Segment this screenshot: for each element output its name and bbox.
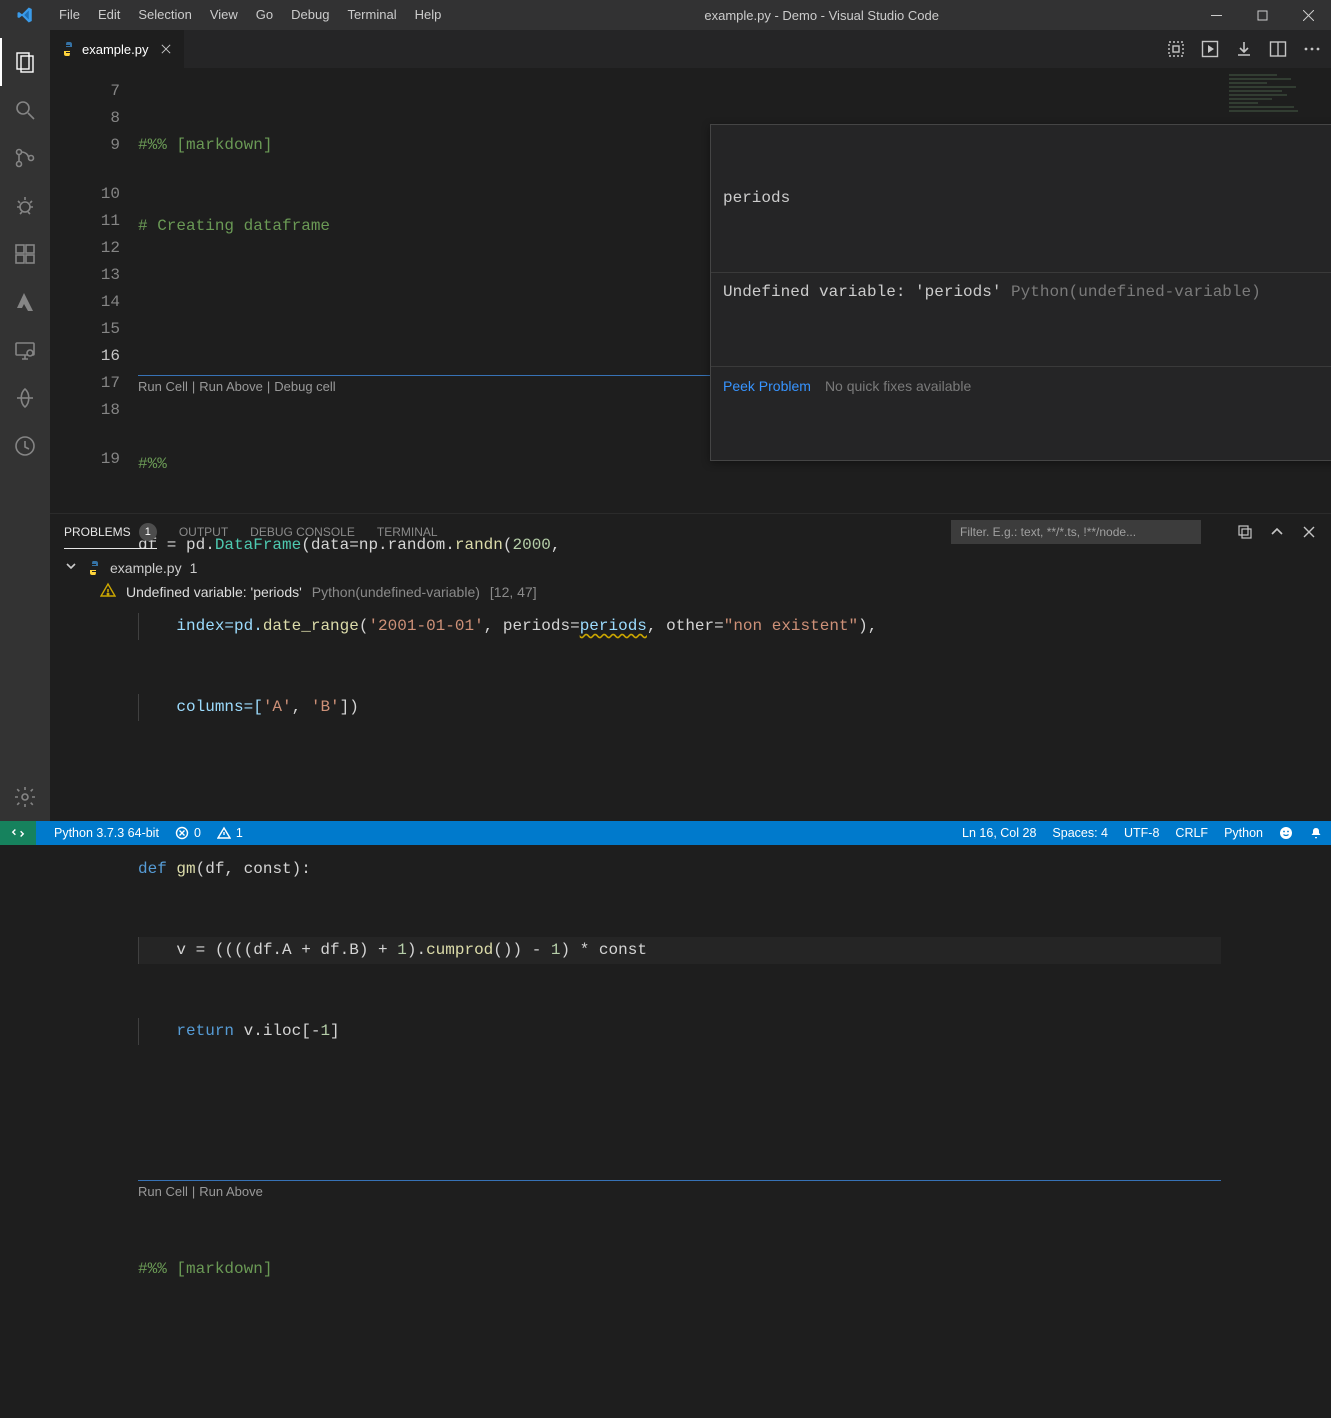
hover-message: Undefined variable: 'periods' Python(und… [711,272,1331,312]
activity-explorer[interactable] [0,38,50,86]
python-file-icon [86,560,102,576]
window-controls [1193,0,1331,30]
menu-terminal[interactable]: Terminal [338,0,405,30]
activitybar [0,30,50,821]
chevron-down-icon [64,559,78,576]
activity-debug[interactable] [0,182,50,230]
squiggle-periods[interactable]: periods [580,617,647,635]
codelens-run-cell-2[interactable]: Run Cell [138,1184,188,1199]
tab-close-icon[interactable] [158,41,174,57]
tab-label: example.py [82,42,148,57]
activity-scm[interactable] [0,134,50,182]
activity-environment[interactable] [0,374,50,422]
activity-azure[interactable] [0,278,50,326]
hover-widget: periods Undefined variable: 'periods' Py… [710,124,1331,461]
menu-view[interactable]: View [201,0,247,30]
hover-no-fix: No quick fixes available [825,373,971,400]
vscode-logo-icon [0,6,50,24]
run-file-icon[interactable] [1201,40,1219,58]
menu-debug[interactable]: Debug [282,0,338,30]
remote-indicator[interactable] [0,821,36,845]
activity-settings[interactable] [0,773,50,821]
codelens-cell-2: Run Cell|Run Above [138,1180,1221,1202]
codelens-run-above[interactable]: Run Above [199,379,263,394]
status-notifications-icon[interactable] [1301,826,1331,840]
collapse-all-icon[interactable] [1237,524,1253,540]
window-title: example.py - Demo - Visual Studio Code [450,8,1193,23]
code-pane[interactable]: #%% [markdown] # Creating dataframe Run … [138,68,1221,513]
more-actions-icon[interactable] [1303,40,1321,58]
show-variables-icon[interactable] [1167,40,1185,58]
split-editor-icon[interactable] [1269,40,1287,58]
hover-peek-problem[interactable]: Peek Problem [723,373,811,400]
warning-icon [100,582,116,601]
editor-group: example.py 7 8 9 10 11 12 13 [50,30,1331,821]
codelens-run-cell[interactable]: Run Cell [138,379,188,394]
panel-tab-problems[interactable]: PROBLEMS 1 [64,523,157,541]
titlebar: File Edit Selection View Go Debug Termin… [0,0,1331,30]
panel-close-icon[interactable] [1301,524,1317,540]
problems-count-badge: 1 [139,523,157,541]
activity-remote[interactable] [0,326,50,374]
tab-example-py[interactable]: example.py [50,30,185,68]
menu-selection[interactable]: Selection [129,0,200,30]
activity-extensions[interactable] [0,230,50,278]
editor-actions [1167,30,1331,68]
menubar: File Edit Selection View Go Debug Termin… [50,0,450,30]
import-icon[interactable] [1235,40,1253,58]
status-language[interactable]: Python [1216,826,1271,840]
editor-tabs: example.py [50,30,1331,68]
codelens-debug-cell[interactable]: Debug cell [274,379,335,394]
status-feedback-icon[interactable] [1271,826,1301,840]
activity-search[interactable] [0,86,50,134]
maximize-button[interactable] [1239,0,1285,30]
menu-help[interactable]: Help [406,0,451,30]
close-button[interactable] [1285,0,1331,30]
main: example.py 7 8 9 10 11 12 13 [0,30,1331,821]
menu-edit[interactable]: Edit [89,0,129,30]
hover-title: periods [711,179,1331,218]
line-gutter: 7 8 9 10 11 12 13 14 15 16 17 18 19 [50,68,138,513]
menu-file[interactable]: File [50,0,89,30]
python-file-icon [60,41,76,57]
codelens-run-above-2[interactable]: Run Above [199,1184,263,1199]
activity-live[interactable] [0,422,50,470]
minimize-button[interactable] [1193,0,1239,30]
editor-area[interactable]: 7 8 9 10 11 12 13 14 15 16 17 18 19 #%% … [50,68,1331,513]
panel-maximize-icon[interactable] [1269,524,1285,540]
menu-go[interactable]: Go [247,0,282,30]
